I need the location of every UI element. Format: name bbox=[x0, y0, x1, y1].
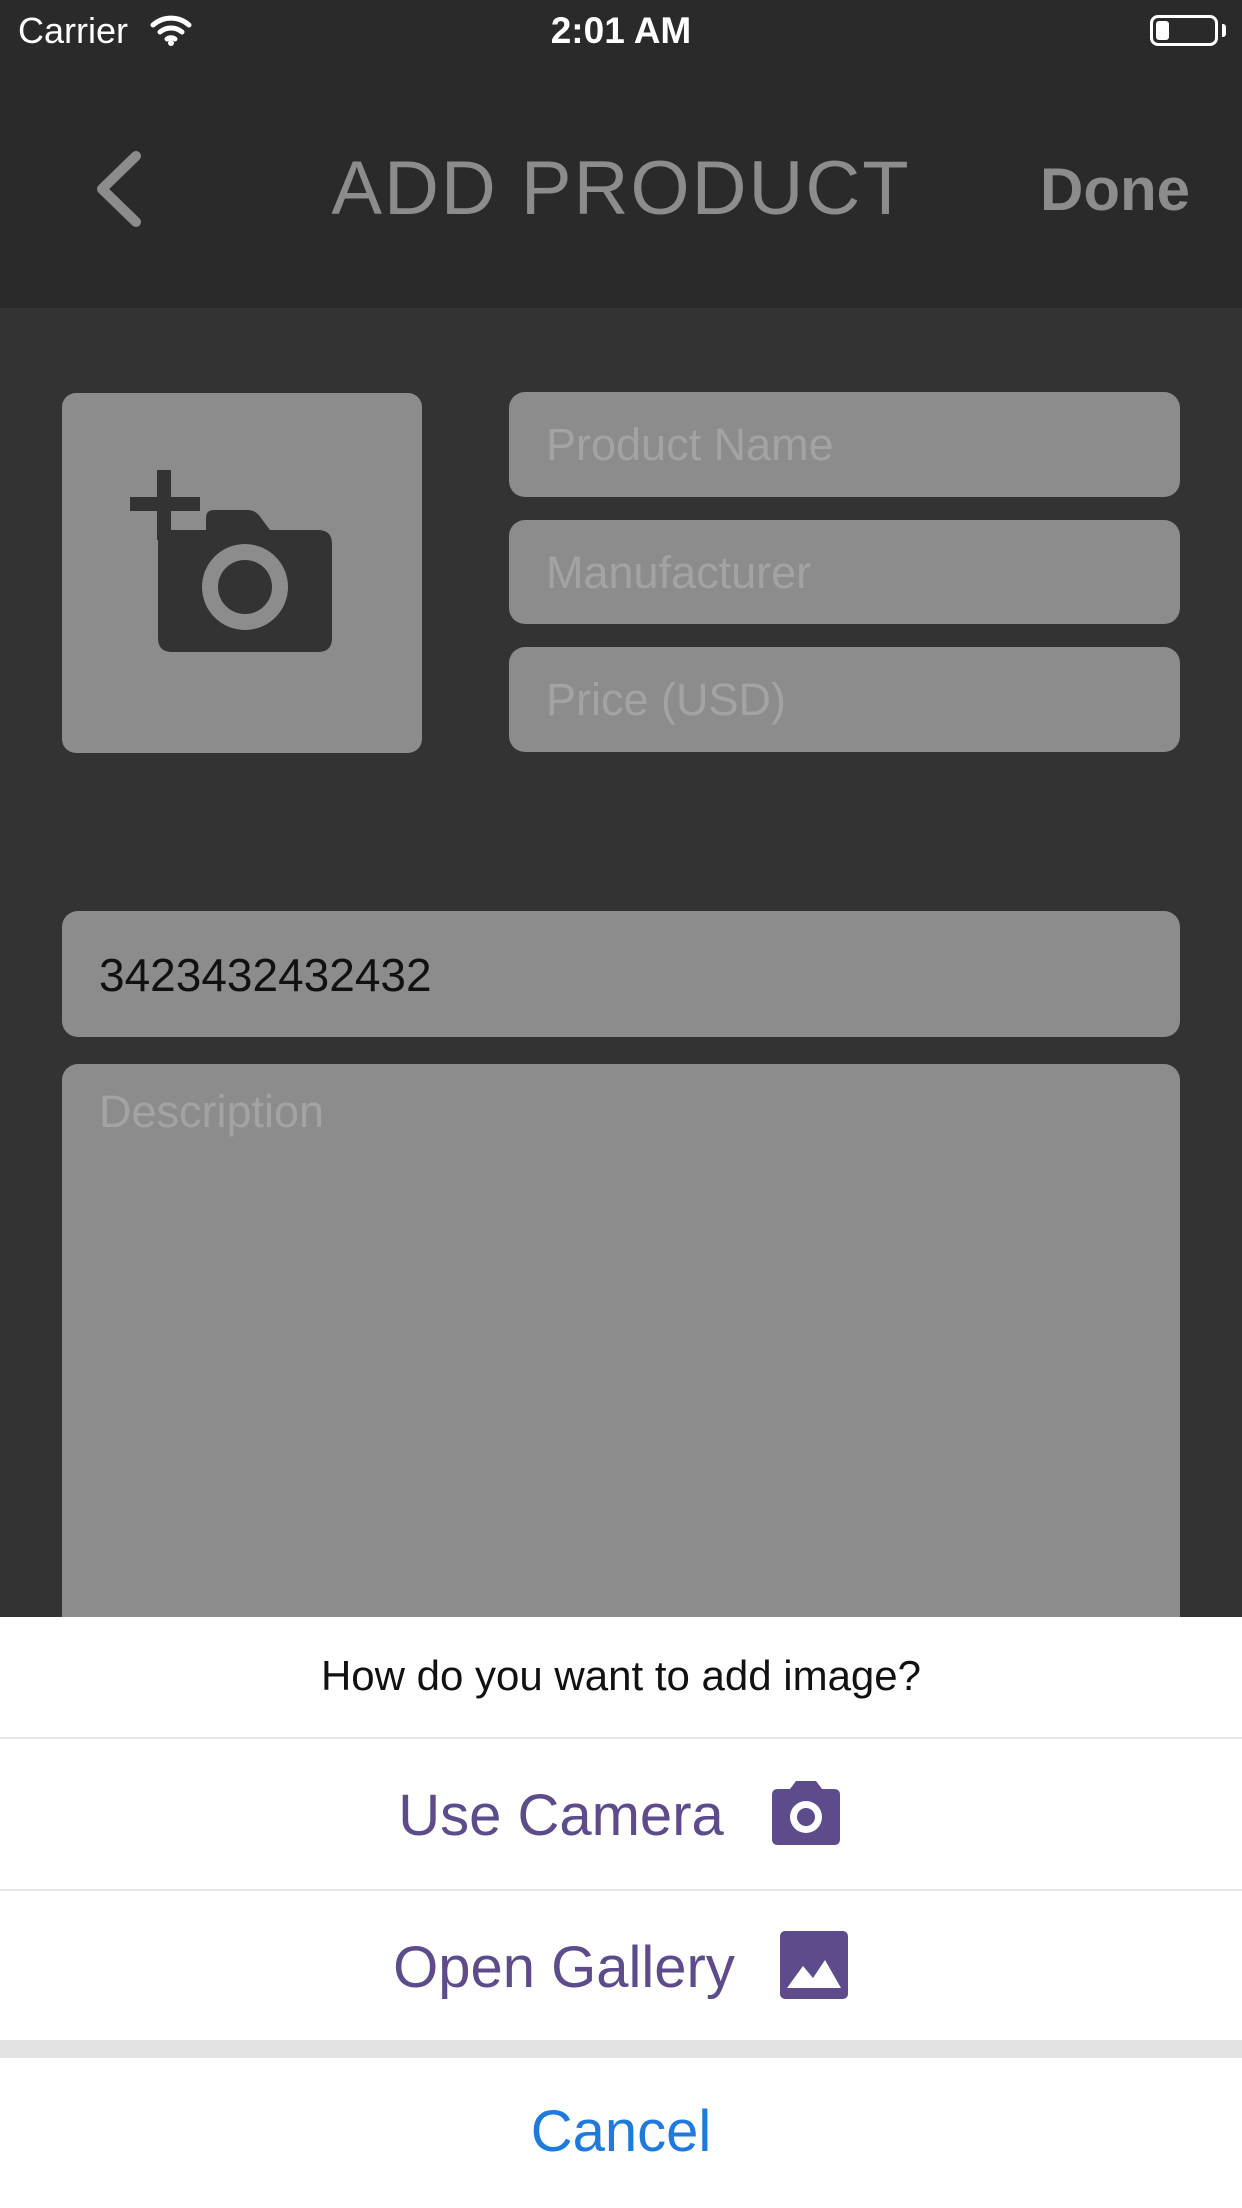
image-icon bbox=[779, 1930, 849, 2005]
camera-icon bbox=[768, 1779, 844, 1852]
status-time: 2:01 AM bbox=[550, 10, 692, 51]
done-button[interactable]: Done bbox=[1040, 155, 1190, 224]
open-gallery-label: Open Gallery bbox=[393, 1934, 735, 2000]
sheet-separator bbox=[0, 2040, 1242, 2058]
battery-tip bbox=[1222, 24, 1226, 37]
barcode-value: 3423432432432 bbox=[99, 949, 432, 1001]
manufacturer-field[interactable]: Manufacturer bbox=[509, 520, 1180, 624]
battery-level bbox=[1156, 21, 1169, 40]
product-name-field[interactable]: Product Name bbox=[509, 392, 1180, 497]
add-photo-icon bbox=[128, 468, 338, 663]
price-placeholder: Price (USD) bbox=[546, 674, 787, 725]
use-camera-button[interactable]: Use Camera bbox=[0, 1740, 1242, 1890]
description-placeholder: Description bbox=[99, 1086, 325, 1137]
manufacturer-placeholder: Manufacturer bbox=[546, 547, 812, 598]
barcode-field[interactable]: 3423432432432 bbox=[62, 911, 1180, 1037]
use-camera-label: Use Camera bbox=[398, 1782, 724, 1848]
divider bbox=[0, 1889, 1242, 1891]
divider bbox=[0, 1737, 1242, 1739]
price-field[interactable]: Price (USD) bbox=[509, 647, 1180, 752]
cancel-button[interactable]: Cancel bbox=[0, 2098, 1242, 2165]
open-gallery-button[interactable]: Open Gallery bbox=[0, 1892, 1242, 2042]
battery-icon bbox=[1150, 15, 1218, 46]
action-sheet-title: How do you want to add image? bbox=[320, 1652, 922, 1699]
product-name-placeholder: Product Name bbox=[546, 419, 834, 470]
description-field[interactable]: Description bbox=[62, 1064, 1180, 1624]
